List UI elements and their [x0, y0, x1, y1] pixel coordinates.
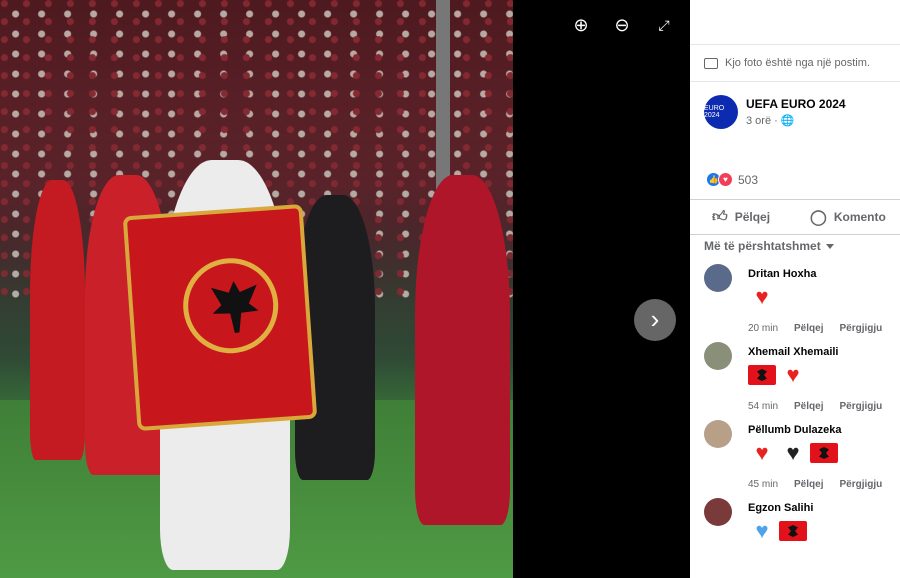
post-actions: 👍︎ Pëlqej ◯ Komento	[690, 199, 900, 235]
comment-item: Pëllumb Dulazeka ♥ ♥ 45 min Pëlqej Përgj…	[704, 420, 900, 498]
comment-author[interactable]: Dritan Hoxha	[748, 268, 816, 280]
chevron-right-icon: ›	[650, 304, 660, 334]
reactions-summary[interactable]: 👍 ♥ 503	[706, 172, 758, 187]
post-photo	[0, 0, 513, 578]
post-timestamp[interactable]: 3 orë · 🌐	[746, 114, 846, 127]
comment-time[interactable]: 20 min	[748, 323, 778, 334]
avatar[interactable]	[704, 498, 732, 526]
page-header: EURO 2024 UEFA EURO 2024 3 orë · 🌐	[704, 95, 846, 129]
photo-viewer: ⊕ ⊖ ⤢ ›	[0, 0, 690, 578]
chevron-down-icon	[825, 244, 834, 250]
thumbs-up-icon: 👍︎	[712, 208, 728, 225]
comment-reply-link[interactable]: Përgjigju	[839, 401, 882, 412]
comment-like-link[interactable]: Pëlqej	[794, 323, 823, 334]
expand-icon[interactable]: ⤢	[653, 14, 675, 36]
comment-time[interactable]: 45 min	[748, 479, 778, 490]
post-info-row[interactable]: Kjo foto është nga një postim.	[690, 44, 900, 82]
eagle-icon	[211, 279, 261, 334]
post-side-panel: Kjo foto është nga një postim. EURO 2024…	[690, 0, 900, 578]
avatar[interactable]	[704, 264, 732, 292]
albania-flag-icon	[748, 365, 776, 385]
red-heart-icon: ♥	[786, 362, 800, 387]
comment-button[interactable]: ◯ Komento	[810, 208, 886, 226]
comment-emojis: ♥	[748, 284, 776, 310]
comment-meta: 45 min Pëlqej Përgjigju	[748, 479, 882, 490]
avatar[interactable]	[704, 342, 732, 370]
comment-sort-dropdown[interactable]: Më të përshtatshmet	[704, 239, 834, 253]
comment-author[interactable]: Egzon Salihi	[748, 502, 813, 514]
comment-icon: ◯	[810, 209, 827, 226]
flag-emblem	[180, 255, 282, 357]
comment-reply-link[interactable]: Përgjigju	[839, 479, 882, 490]
comment-emojis: ♥	[748, 362, 807, 388]
comment-author[interactable]: Xhemail Xhemaili	[748, 346, 838, 358]
like-button[interactable]: 👍︎ Pëlqej	[712, 208, 770, 226]
comment-author[interactable]: Pëllumb Dulazeka	[748, 424, 842, 436]
player-right	[415, 175, 510, 525]
comment-like-link[interactable]: Pëlqej	[794, 401, 823, 412]
page-name[interactable]: UEFA EURO 2024	[746, 97, 846, 111]
red-heart-icon: ♥	[755, 440, 769, 465]
avatar[interactable]	[704, 420, 732, 448]
comment-item: Egzon Salihi ♥	[704, 498, 900, 578]
albania-flag-icon	[810, 443, 838, 463]
player-left	[30, 180, 85, 460]
albanian-flag	[122, 203, 318, 432]
stadium-pole	[436, 0, 450, 200]
albania-flag-icon	[779, 521, 807, 541]
comment-emojis: ♥	[748, 518, 807, 544]
reactions-count: 503	[738, 172, 759, 187]
comment-emojis: ♥ ♥	[748, 440, 838, 466]
black-heart-icon: ♥	[786, 440, 800, 465]
comment-like-link[interactable]: Pëlqej	[794, 479, 823, 490]
comment-item: Dritan Hoxha ♥ 20 min Pëlqej Përgjigju	[704, 264, 900, 342]
sort-label: Më të përshtatshmet	[704, 239, 821, 253]
like-button-label: Pëlqej	[734, 210, 771, 224]
comment-reply-link[interactable]: Përgjigju	[839, 323, 882, 334]
blue-heart-icon: ♥	[755, 518, 769, 543]
comment-meta: 20 min Pëlqej Përgjigju	[748, 323, 882, 334]
next-photo-button[interactable]: ›	[634, 299, 676, 341]
post-info-text: Kjo foto është nga një postim.	[725, 57, 870, 69]
page-avatar-text: EURO 2024	[704, 105, 725, 119]
love-reaction-icon: ♥	[718, 172, 733, 187]
zoom-out-icon[interactable]: ⊖	[611, 14, 633, 36]
page-avatar[interactable]: EURO 2024	[704, 95, 738, 129]
comment-time[interactable]: 54 min	[748, 401, 778, 412]
zoom-in-icon[interactable]: ⊕	[570, 14, 592, 36]
comment-meta: 54 min Pëlqej Përgjigju	[748, 401, 882, 412]
red-heart-icon: ♥	[755, 284, 769, 309]
comment-item: Xhemail Xhemaili ♥ 54 min Pëlqej Përgjig…	[704, 342, 900, 420]
post-icon	[704, 57, 718, 69]
comment-button-label: Komento	[833, 210, 886, 224]
